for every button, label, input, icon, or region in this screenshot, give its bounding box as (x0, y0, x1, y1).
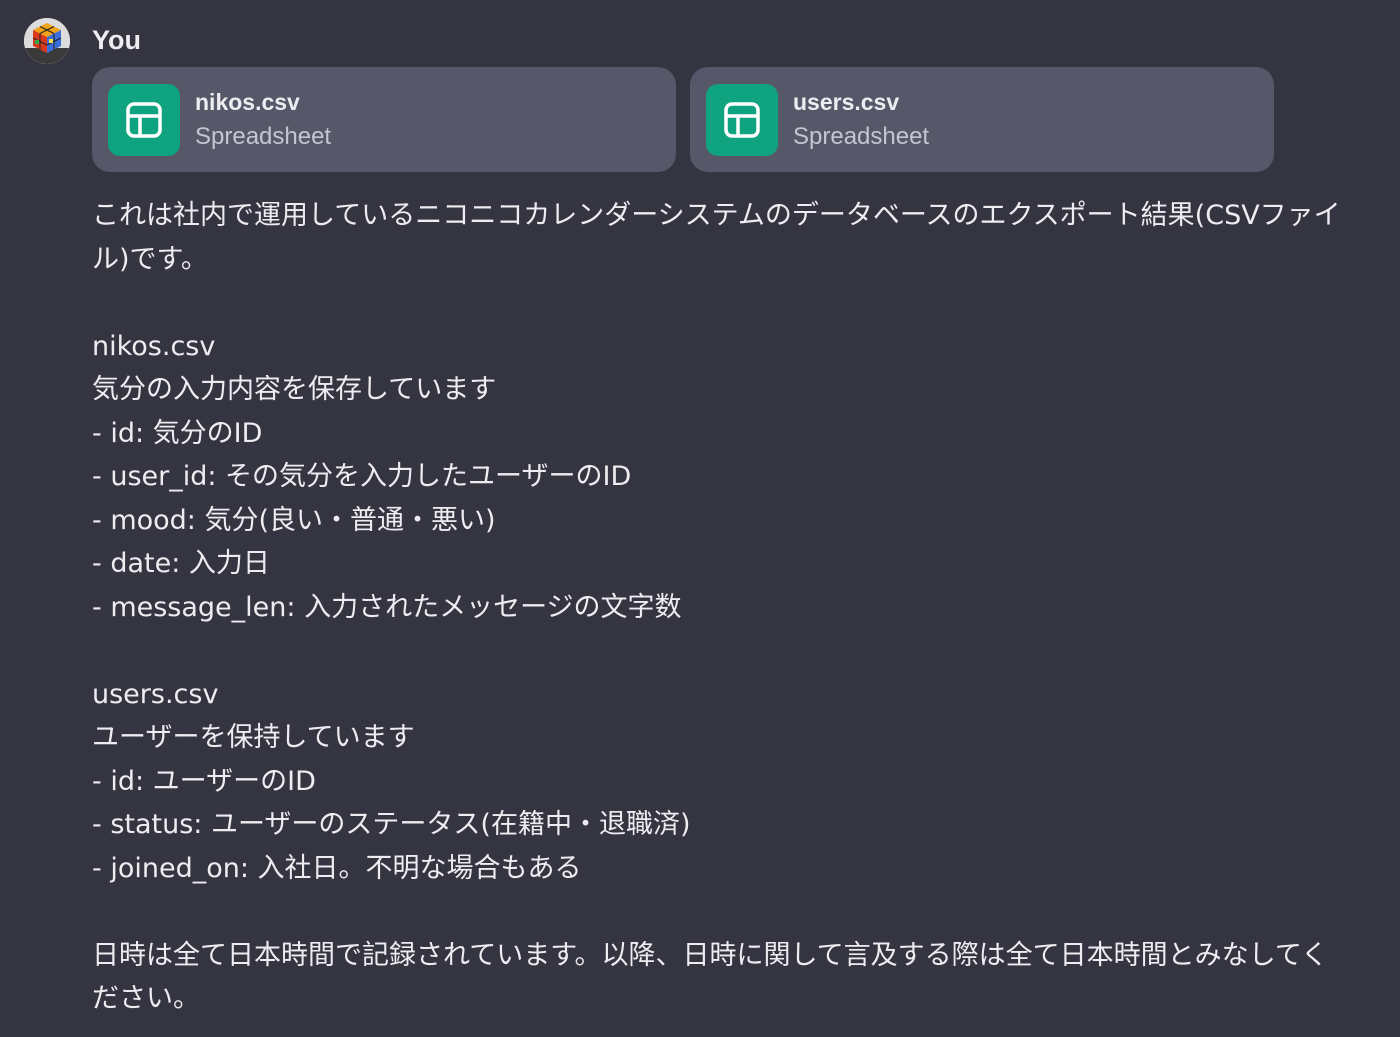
paragraph-timezone-note: 日時は全て日本時間で記録されています。以降、日時に関して言及する際は全て日本時間… (92, 939, 1329, 1015)
file-name: nikos.csv (195, 88, 300, 115)
user-message: You nikos.csv Spreadsheet users.csv Spre… (0, 0, 1400, 1037)
paragraph-users-schema: users.csv ユーザーを保持しています - id: ユーザーのID - s… (92, 678, 691, 884)
author-name: You (92, 25, 141, 55)
paragraph-intro: これは社内で運用しているニコニコカレンダーシステムのデータベースのエクスポート結… (92, 200, 1341, 275)
spreadsheet-icon (108, 83, 180, 156)
file-meta: users.csv Spreadsheet (793, 85, 929, 155)
file-meta: nikos.csv Spreadsheet (195, 85, 331, 155)
attachments: nikos.csv Spreadsheet users.csv Spreadsh… (92, 67, 1274, 172)
spreadsheet-icon (706, 83, 778, 156)
file-type: Spreadsheet (195, 122, 332, 150)
attachment-nikos-csv[interactable]: nikos.csv Spreadsheet (92, 67, 676, 172)
file-type: Spreadsheet (793, 122, 930, 150)
message-text: これは社内で運用しているニコニコカレンダーシステムのデータベースのエクスポート結… (92, 194, 1352, 1021)
file-name: users.csv (793, 88, 900, 115)
attachment-users-csv[interactable]: users.csv Spreadsheet (690, 67, 1274, 172)
avatar[interactable] (24, 18, 70, 64)
paragraph-nikos-schema: nikos.csv 気分の入力内容を保存しています - id: 気分のID - … (92, 330, 682, 623)
avatar-cube-icon (24, 18, 70, 64)
